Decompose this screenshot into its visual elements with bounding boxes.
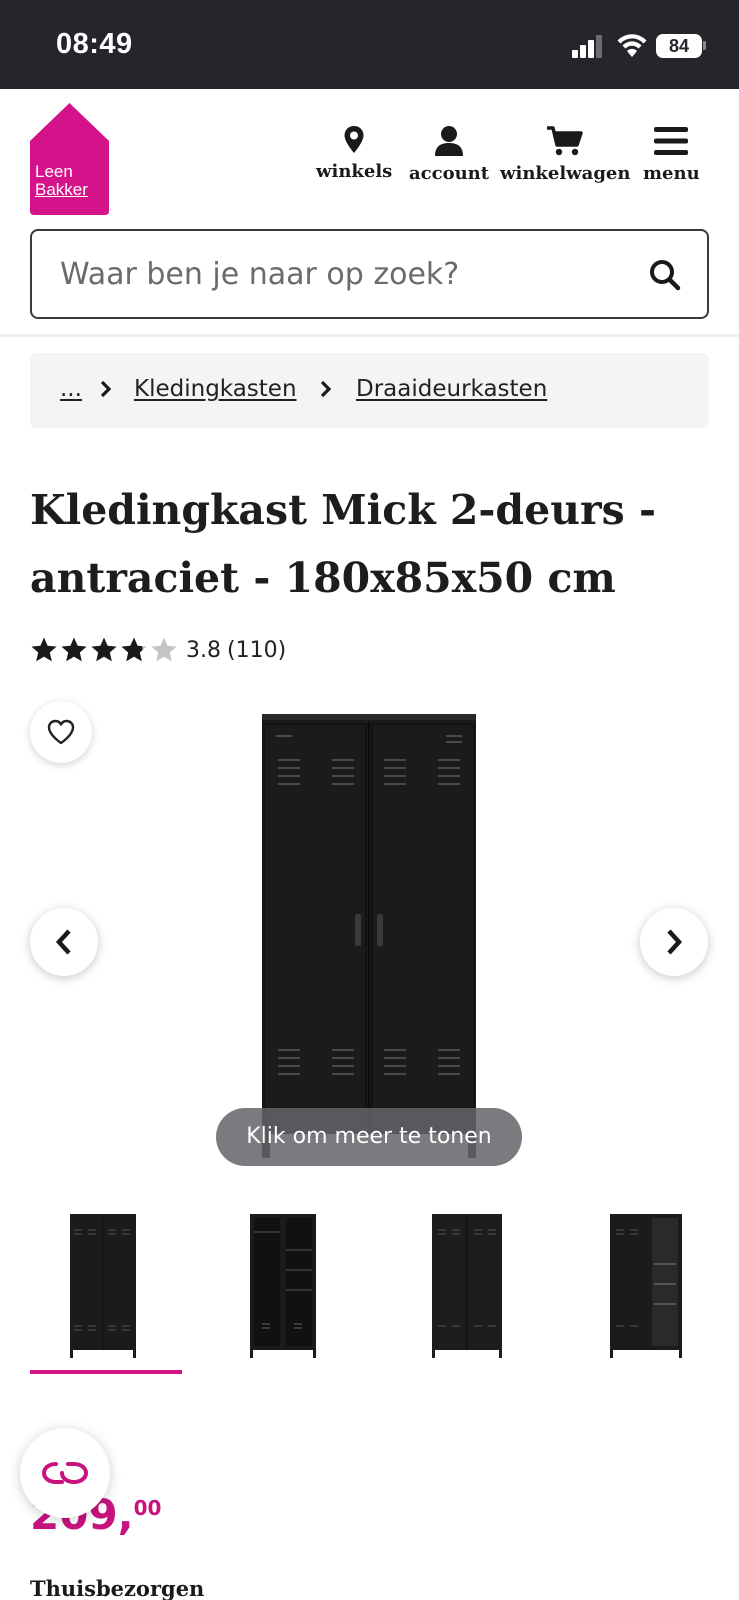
product-title: Kledingkast Mick 2-deurs - antraciet - 1… <box>30 486 656 602</box>
thumbnail-1[interactable] <box>30 1200 182 1378</box>
battery-indicator: 84 <box>656 34 702 58</box>
gallery-prev-button[interactable] <box>30 908 98 976</box>
cart-icon <box>547 126 583 156</box>
chat-icon <box>41 1462 89 1485</box>
rating-count: (110) <box>227 637 287 663</box>
breadcrumb-item-draaideurkasten[interactable]: Draaideurkasten <box>356 376 547 402</box>
chevron-right-icon <box>100 380 112 398</box>
breadcrumb: ... Kledingkasten Draaideurkasten <box>30 353 709 428</box>
status-bar: 08:49 84 <box>0 0 739 89</box>
chevron-right-icon <box>320 380 332 398</box>
site-header: Leen Bakker winkels account winkelwagen <box>0 89 739 337</box>
gallery-next-button[interactable] <box>640 908 708 976</box>
thumbnail-image <box>70 1214 136 1358</box>
nav-account-label: account <box>409 163 490 184</box>
product-main-image[interactable] <box>262 714 476 1160</box>
thumbnail-4[interactable] <box>570 1200 720 1378</box>
breadcrumb-item-kledingkasten[interactable]: Kledingkasten <box>134 376 297 402</box>
heart-icon <box>47 719 75 745</box>
hamburger-menu-icon <box>654 127 689 155</box>
price-cents: 00 <box>133 1496 162 1520</box>
star-icon <box>91 637 117 662</box>
thumbnail-strip <box>30 1200 709 1378</box>
rating-stars <box>30 636 178 664</box>
logo-text: Leen Bakker <box>35 163 88 199</box>
location-pin-icon <box>344 126 364 153</box>
nav-menu[interactable]: menu <box>643 125 700 184</box>
status-time: 08:49 <box>56 28 133 60</box>
nav-cart[interactable]: winkelwagen <box>500 125 630 184</box>
battery-tip <box>703 41 706 50</box>
thumbnail-active-indicator <box>30 1370 182 1374</box>
product-gallery: Klik om meer te tonen <box>0 690 739 1170</box>
breadcrumb-ellipsis[interactable]: ... <box>60 376 82 402</box>
thumbnail-image <box>432 1214 502 1358</box>
thumbnail-image <box>250 1214 316 1358</box>
search-bar <box>30 229 709 319</box>
favorite-button[interactable] <box>30 701 92 763</box>
nav-cart-label: winkelwagen <box>500 163 631 184</box>
nav-account[interactable]: account <box>409 125 489 184</box>
thumbnail-3[interactable] <box>392 1200 542 1378</box>
delivery-heading: Thuisbezorgen <box>30 1576 205 1600</box>
thumbnail-2[interactable] <box>210 1200 360 1378</box>
star-icon <box>151 637 177 662</box>
user-icon <box>435 126 464 156</box>
nav-stores-label: winkels <box>316 161 393 182</box>
show-more-pill[interactable]: Klik om meer te tonen <box>216 1108 522 1166</box>
nav-stores[interactable]: winkels <box>316 125 392 182</box>
logo-line-1: Leen <box>35 162 73 181</box>
cellular-signal-icon <box>572 34 604 58</box>
rating-value: 3.8 <box>186 637 221 663</box>
wifi-icon <box>617 34 647 57</box>
star-icon <box>121 637 147 662</box>
leen-bakker-logo[interactable]: Leen Bakker <box>30 103 109 215</box>
search-icon[interactable] <box>649 259 681 291</box>
chat-button[interactable] <box>20 1428 110 1518</box>
star-icon <box>61 637 87 662</box>
chevron-left-icon <box>55 929 71 955</box>
chevron-right-icon <box>667 929 683 955</box>
star-icon <box>31 637 57 662</box>
logo-line-2: Bakker <box>35 180 88 199</box>
product-rating[interactable]: 3.8 (110) <box>30 633 286 667</box>
nav-menu-label: menu <box>643 163 700 184</box>
search-input[interactable] <box>60 251 620 297</box>
thumbnail-image <box>610 1214 682 1358</box>
